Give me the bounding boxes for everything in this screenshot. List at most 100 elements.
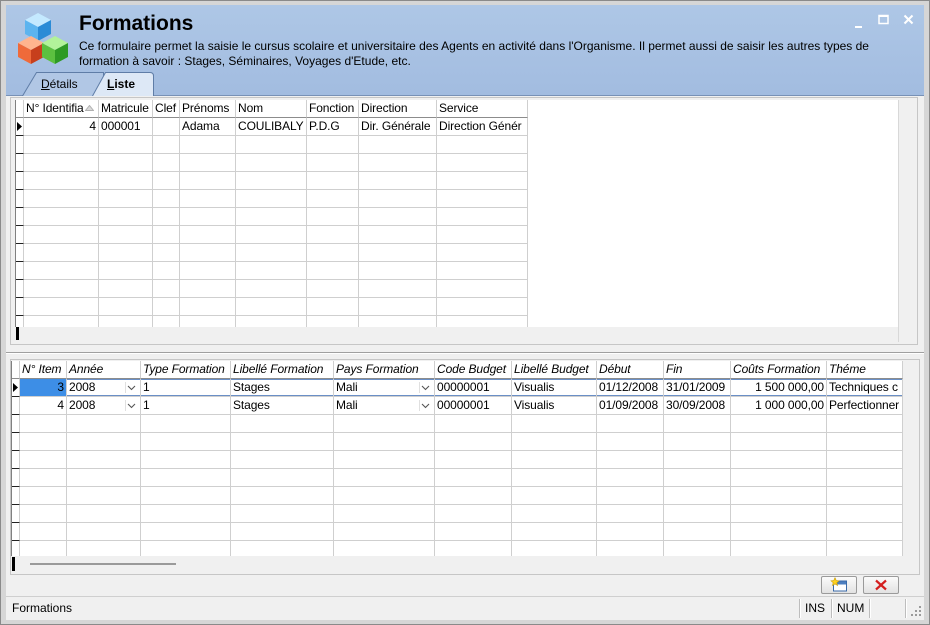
column-header-couts-formation[interactable]: Coûts Formation (731, 361, 827, 379)
cell-fonction[interactable]: P.D.G (307, 118, 359, 136)
cell-theme[interactable]: Techniques c (827, 379, 903, 397)
cell-clef[interactable] (153, 118, 180, 136)
cell-libelle-budget[interactable]: Visualis (512, 397, 597, 415)
empty-cell (180, 154, 236, 172)
column-header-matricule[interactable]: Matricule (99, 100, 153, 118)
cell-fin[interactable]: 30/09/2008 (664, 397, 731, 415)
cell-debut[interactable]: 01/12/2008 (597, 379, 664, 397)
cell-nom[interactable]: COULIBALY (236, 118, 307, 136)
table-row[interactable]: 4 000001 Adama COULIBALY P.D.G Dir. Générale D… (16, 118, 898, 136)
splitter[interactable] (6, 350, 924, 356)
empty-cell (512, 541, 597, 556)
tab-liste[interactable]: Liste (92, 72, 154, 96)
close-button[interactable] (903, 14, 915, 26)
empty-cell (180, 280, 236, 298)
empty-cell (180, 172, 236, 190)
empty-cell (437, 298, 528, 316)
empty-cell (827, 487, 903, 505)
cell-pays-formation[interactable]: Mali (334, 397, 435, 415)
column-header-code-budget[interactable]: Code Budget (435, 361, 512, 379)
resize-grip-icon[interactable] (910, 605, 922, 617)
delete-record-button[interactable] (863, 576, 899, 594)
grid-header-row: N° Identifia Matricule Clef Prénoms Nom Fonct… (16, 100, 898, 118)
cell-libelle-formation[interactable]: Stages (231, 379, 334, 397)
cell-debut[interactable]: 01/09/2008 (597, 397, 664, 415)
column-header-id[interactable]: N° Identifia (24, 100, 99, 118)
cell-id[interactable]: 4 (24, 118, 99, 136)
cell-pays-formation[interactable]: Mali (334, 379, 435, 397)
cell-value: Visualis (514, 380, 555, 394)
column-header-nom[interactable]: Nom (236, 100, 307, 118)
cell-prenoms[interactable]: Adama (180, 118, 236, 136)
empty-cell (67, 469, 141, 487)
cell-value: 2008 (69, 380, 96, 394)
empty-cell (512, 415, 597, 433)
cell-direction[interactable]: Dir. Générale (359, 118, 437, 136)
cell-fin[interactable]: 31/01/2009 (664, 379, 731, 397)
agents-grid[interactable]: N° Identifia Matricule Clef Prénoms Nom Fonct… (15, 100, 898, 327)
minimize-button[interactable] (854, 17, 866, 29)
empty-cell (99, 172, 153, 190)
maximize-button[interactable] (878, 14, 890, 26)
empty-cell (731, 433, 827, 451)
empty-cell (359, 298, 437, 316)
cell-couts-formation[interactable]: 1 500 000,00 (731, 379, 827, 397)
dropdown-button[interactable] (125, 382, 137, 393)
column-header-type-formation[interactable]: Type Formation (141, 361, 231, 379)
scrollbar-thumb[interactable] (16, 327, 19, 340)
empty-cell (180, 298, 236, 316)
column-header-libelle-formation[interactable]: Libellé Formation (231, 361, 334, 379)
column-header-debut[interactable]: Début (597, 361, 664, 379)
cell-value: 00000001 (437, 398, 490, 412)
column-header-fin[interactable]: Fin (664, 361, 731, 379)
cell-item[interactable]: 3 (20, 379, 67, 397)
cell-service[interactable]: Direction Génér (437, 118, 528, 136)
column-header-label: Début (599, 362, 631, 376)
column-header-direction[interactable]: Direction (359, 100, 437, 118)
dropdown-button[interactable] (419, 382, 431, 393)
dropdown-button[interactable] (125, 400, 137, 411)
empty-cell (99, 262, 153, 280)
column-header-clef[interactable]: Clef (153, 100, 180, 118)
table-row[interactable]: 3 2008 1 Stages Mali 00000001 Visualis 01/12/20… (12, 379, 903, 397)
empty-cell (307, 316, 359, 327)
column-header-libelle-budget[interactable]: Libellé Budget (512, 361, 597, 379)
empty-cell (597, 541, 664, 556)
new-record-button[interactable] (821, 576, 857, 594)
empty-cell (435, 487, 512, 505)
column-header-annee[interactable]: Année (67, 361, 141, 379)
status-bar: Formations INS NUM (6, 596, 924, 620)
cell-value: COULIBALY (238, 119, 304, 133)
column-header-service[interactable]: Service (437, 100, 528, 118)
cell-code-budget[interactable]: 00000001 (435, 397, 512, 415)
cell-item[interactable]: 4 (20, 397, 67, 415)
dropdown-button[interactable] (419, 400, 431, 411)
cell-theme[interactable]: Perfectionner (827, 397, 903, 415)
cell-libelle-budget[interactable]: Visualis (512, 379, 597, 397)
column-header-label: Clef (155, 101, 176, 115)
column-header-fonction[interactable]: Fonction (307, 100, 359, 118)
cell-type-formation[interactable]: 1 (141, 397, 231, 415)
cell-type-formation[interactable]: 1 (141, 379, 231, 397)
column-header-pays-formation[interactable]: Pays Formation (334, 361, 435, 379)
table-row[interactable]: 4 2008 1 Stages Mali 00000001 Visualis 01/09/20… (12, 397, 903, 415)
cell-libelle-formation[interactable]: Stages (231, 397, 334, 415)
column-header-label: Pays Formation (336, 362, 419, 376)
cell-annee[interactable]: 2008 (67, 397, 141, 415)
column-header-theme[interactable]: Théme (827, 361, 903, 379)
column-header-prenoms[interactable]: Prénoms (180, 100, 236, 118)
cell-annee[interactable]: 2008 (67, 379, 141, 397)
cell-matricule[interactable]: 000001 (99, 118, 153, 136)
formations-grid[interactable]: N° Item Année Type Formation Libellé Format… (11, 361, 903, 556)
cell-couts-formation[interactable]: 1 000 000,00 (731, 397, 827, 415)
vertical-scrollbar[interactable] (903, 361, 919, 556)
cell-code-budget[interactable]: 00000001 (435, 379, 512, 397)
empty-cell (24, 298, 99, 316)
horizontal-scrollbar[interactable] (15, 327, 898, 342)
row-indicator (12, 397, 20, 415)
column-header-label: Direction (361, 101, 408, 115)
vertical-scrollbar[interactable] (898, 100, 915, 342)
empty-cell (827, 541, 903, 556)
column-header-item[interactable]: N° Item (20, 361, 67, 379)
scrollbar-thumb[interactable] (30, 563, 176, 565)
